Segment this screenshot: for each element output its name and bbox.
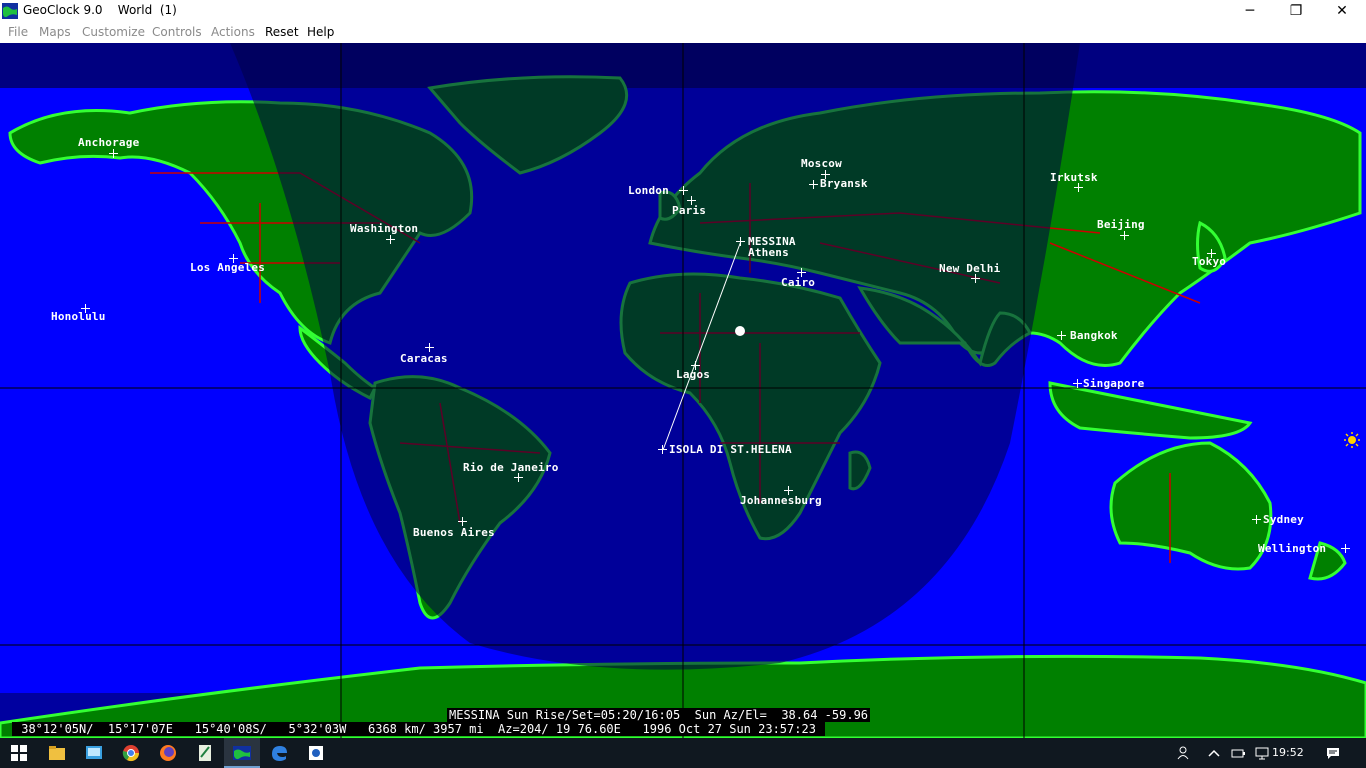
city-label-st-helena: ISOLA DI ST.HELENA bbox=[669, 443, 792, 456]
city-label-rio: Rio de Janeiro bbox=[463, 461, 559, 474]
night-shadow bbox=[230, 43, 1080, 670]
city-marker bbox=[679, 186, 688, 195]
world-map[interactable]: Anchorage Moscow Bryansk London Paris Ir… bbox=[0, 43, 1366, 738]
close-icon: ✕ bbox=[1336, 3, 1348, 19]
windows-start-icon[interactable] bbox=[9, 743, 29, 763]
sun-status-line: MESSINA Sun Rise/Set=05:20/16:05 Sun Az/… bbox=[447, 708, 871, 722]
city-marker bbox=[514, 473, 523, 482]
city-marker bbox=[425, 343, 434, 352]
city-label-honolulu: Honolulu bbox=[51, 310, 106, 323]
geoclock-app-icon bbox=[2, 3, 18, 19]
menu-bar: File Maps Customize Controls Actions Res… bbox=[0, 22, 1366, 44]
menu-maps[interactable]: Maps bbox=[39, 25, 71, 39]
city-label-caracas: Caracas bbox=[400, 352, 448, 365]
restore-icon: ❐ bbox=[1289, 3, 1303, 19]
menu-file[interactable]: File bbox=[8, 25, 28, 39]
geoclock-taskbar-icon bbox=[233, 746, 251, 760]
notifications-icon[interactable] bbox=[1325, 745, 1341, 761]
menu-help[interactable]: Help bbox=[307, 25, 334, 39]
coordinates-status-line: 38°12'05N/ 15°17'07E 15°40'08S/ 5°32'03W… bbox=[12, 722, 826, 736]
city-marker bbox=[658, 445, 667, 454]
world-map-graphic bbox=[0, 43, 1366, 738]
city-label-lagos: Lagos bbox=[676, 368, 711, 381]
city-label-irkutsk: Irkutsk bbox=[1050, 171, 1098, 184]
network-icon[interactable] bbox=[1254, 745, 1270, 761]
menu-reset[interactable]: Reset bbox=[265, 25, 299, 39]
city-marker bbox=[1057, 331, 1066, 340]
city-label-moscow: Moscow bbox=[801, 157, 842, 170]
city-label-athens: Athens bbox=[748, 246, 789, 259]
maximize-button[interactable]: ❐ bbox=[1273, 0, 1319, 22]
city-label-bryansk: Bryansk bbox=[820, 177, 868, 190]
clock-time[interactable]: 19:52 bbox=[1272, 746, 1304, 759]
people-icon[interactable] bbox=[1176, 745, 1192, 761]
menu-customize[interactable]: Customize bbox=[82, 25, 145, 39]
city-marker bbox=[1252, 515, 1261, 524]
city-label-washington: Washington bbox=[350, 222, 419, 235]
active-task-geoclock[interactable] bbox=[224, 738, 260, 768]
city-label-bangkok: Bangkok bbox=[1070, 329, 1118, 342]
city-marker bbox=[1074, 183, 1083, 192]
control-panel-icon[interactable] bbox=[84, 743, 104, 763]
city-marker bbox=[1341, 544, 1350, 553]
city-marker bbox=[109, 149, 118, 158]
city-label-paris: Paris bbox=[672, 204, 707, 217]
city-label-singapore: Singapore bbox=[1083, 377, 1145, 390]
city-marker bbox=[809, 180, 818, 189]
title-bar: GeoClock 9.0 World (1) ─ ❐ ✕ bbox=[0, 0, 1366, 22]
indonesia bbox=[1048, 381, 1253, 440]
city-label-anchorage: Anchorage bbox=[78, 136, 140, 149]
city-marker bbox=[971, 274, 980, 283]
city-marker bbox=[458, 517, 467, 526]
city-marker bbox=[736, 237, 745, 246]
subsolar-point bbox=[735, 326, 745, 336]
australia bbox=[1109, 441, 1273, 571]
city-label-johannesburg: Johannesburg bbox=[740, 494, 822, 507]
city-label-sydney: Sydney bbox=[1263, 513, 1304, 526]
city-label-cairo: Cairo bbox=[781, 276, 816, 289]
file-explorer-icon[interactable] bbox=[47, 743, 67, 763]
menu-actions[interactable]: Actions bbox=[211, 25, 255, 39]
power-icon[interactable] bbox=[1230, 745, 1246, 761]
city-marker bbox=[386, 235, 395, 244]
firefox-icon[interactable] bbox=[158, 743, 178, 763]
city-label-london: London bbox=[628, 184, 669, 197]
app-shortcut-icon[interactable] bbox=[306, 743, 326, 763]
city-marker bbox=[1073, 379, 1082, 388]
city-marker bbox=[1120, 231, 1129, 240]
city-label-los-angeles: Los Angeles bbox=[190, 261, 266, 274]
chevron-up-icon[interactable] bbox=[1206, 745, 1222, 761]
window-title: GeoClock 9.0 World (1) bbox=[23, 3, 177, 17]
city-label-new-delhi: New Delhi bbox=[939, 262, 1001, 275]
edge-icon[interactable] bbox=[269, 743, 289, 763]
notepad-icon[interactable] bbox=[195, 743, 215, 763]
minimize-button[interactable]: ─ bbox=[1227, 0, 1273, 22]
windows-taskbar: 19:52 bbox=[0, 738, 1366, 768]
sun-icon bbox=[1344, 432, 1360, 448]
chrome-icon[interactable] bbox=[121, 743, 141, 763]
city-label-buenos-aires: Buenos Aires bbox=[413, 526, 495, 539]
close-button[interactable]: ✕ bbox=[1319, 0, 1365, 22]
menu-controls[interactable]: Controls bbox=[152, 25, 202, 39]
minimize-icon: ─ bbox=[1245, 3, 1255, 19]
city-label-wellington: Wellington bbox=[1258, 542, 1327, 555]
city-label-tokyo: Tokyo bbox=[1192, 255, 1227, 268]
city-label-beijing: Beijing bbox=[1097, 218, 1145, 231]
